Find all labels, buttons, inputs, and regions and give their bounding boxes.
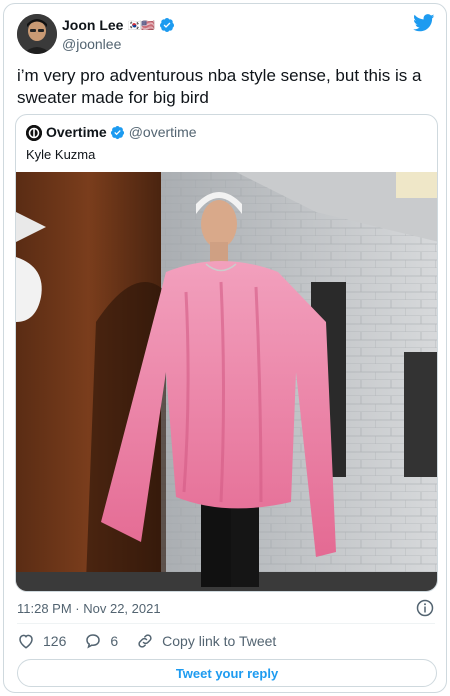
reply-count-button[interactable]: 6 bbox=[84, 632, 118, 650]
verified-badge-icon bbox=[159, 18, 174, 32]
author-name-emoji: 🇰🇷🇺🇸 bbox=[127, 19, 155, 32]
quoted-photo[interactable] bbox=[16, 172, 438, 592]
link-icon bbox=[138, 634, 152, 648]
quoted-name-row: Overtime @overtime bbox=[46, 124, 197, 140]
tweet-text: i’m very pro adventurous nba style sense… bbox=[17, 66, 422, 107]
footer-divider bbox=[17, 623, 435, 624]
author-avatar[interactable] bbox=[17, 14, 57, 54]
tweet-actions: 126 6 Copy link to Tweet bbox=[17, 632, 294, 650]
heart-icon bbox=[19, 634, 33, 649]
info-icon[interactable] bbox=[416, 599, 434, 617]
quoted-tweet[interactable]: Overtime @overtime Kyle Kuzma bbox=[15, 114, 438, 592]
quoted-text: Kyle Kuzma bbox=[26, 147, 96, 162]
reply-count: 6 bbox=[110, 633, 119, 649]
author-name-row[interactable]: Joon Lee 🇰🇷🇺🇸 bbox=[62, 17, 175, 33]
like-count: 126 bbox=[43, 633, 67, 649]
twitter-bird-icon[interactable] bbox=[413, 14, 435, 32]
quoted-handle: @overtime bbox=[128, 124, 197, 140]
verified-badge-icon bbox=[110, 125, 124, 139]
quoted-display-name: Overtime bbox=[46, 124, 107, 140]
copy-link-button[interactable]: Copy link to Tweet bbox=[136, 632, 276, 650]
author-handle[interactable]: @joonlee bbox=[62, 36, 121, 52]
tweet-your-reply-button[interactable]: Tweet your reply bbox=[17, 659, 437, 687]
tweet-timestamp[interactable]: 11:28 PM · Nov 22, 2021 bbox=[17, 601, 161, 616]
author-display-name[interactable]: Joon Lee bbox=[62, 17, 123, 33]
quoted-author-avatar bbox=[26, 125, 42, 141]
like-button[interactable]: 126 bbox=[17, 632, 66, 650]
embedded-tweet-card: Joon Lee 🇰🇷🇺🇸 @joonlee i’m very pro adve… bbox=[3, 3, 447, 693]
copy-link-label: Copy link to Tweet bbox=[162, 633, 277, 649]
speech-bubble-icon bbox=[86, 634, 101, 649]
